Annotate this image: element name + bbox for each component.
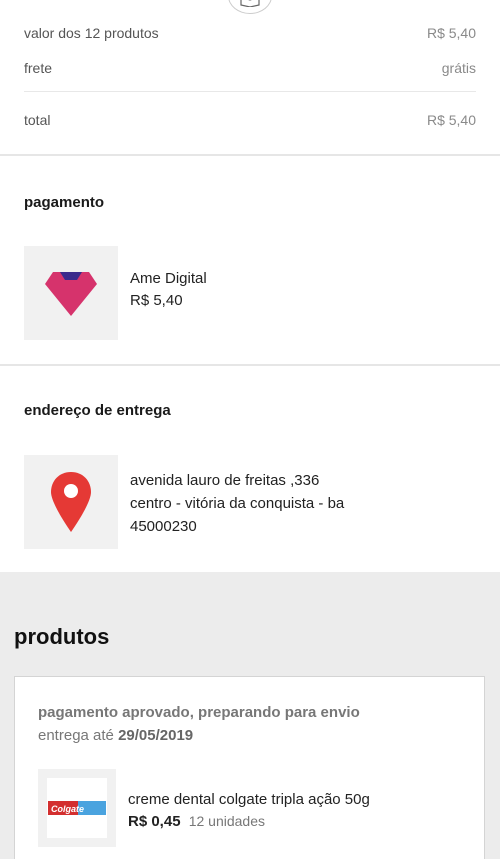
product-brand-text: Colgate [51,804,84,814]
total-value: R$ 5,40 [426,112,476,128]
products-section: produtos pagamento aprovado, preparando … [0,572,500,859]
address-line3: 45000230 [130,518,197,535]
products-title: produtos [14,624,110,649]
order-summary: valor dos 12 produtos R$ 5,40 frete grát… [0,0,500,156]
payment-method-thumb [24,246,118,340]
ame-logo-icon [45,272,97,316]
payment-amount: R$ 5,40 [130,292,183,309]
address-title: endereço de entrega [24,402,171,419]
address-info: avenida lauro de freitas ,336 centro - v… [130,469,344,538]
payment-section: pagamento Ame Digital R$ 5,40 [0,156,500,366]
delivery-prefix: entrega até [38,727,114,744]
total-row: total R$ 5,40 [24,112,476,128]
total-label: total [24,112,51,128]
payment-info: Ame Digital R$ 5,40 [130,268,207,312]
delivery-estimate: entrega até 29/05/2019 [38,727,193,744]
shipment-card[interactable]: pagamento aprovado, preparando para envi… [14,676,485,859]
product-price-line: R$ 0,45 12 unidades [128,813,265,830]
map-pin-icon [51,472,91,532]
product-price: R$ 0,45 [128,813,181,830]
address-line1: avenida lauro de freitas ,336 [130,472,320,489]
product-units: 12 unidades [188,813,266,829]
shipping-row: frete grátis [24,60,476,76]
shipping-value: grátis [441,60,476,76]
payment-title: pagamento [24,194,105,211]
address-section: endereço de entrega avenida lauro de fre… [0,366,500,572]
summary-divider [24,91,476,92]
box-icon [228,0,272,14]
toothpaste-icon: Colgate [48,801,106,815]
delivery-date: 29/05/2019 [118,727,194,744]
subtotal-row: valor dos 12 produtos R$ 5,40 [24,25,476,41]
product-image[interactable]: Colgate [38,769,116,847]
shipping-label: frete [24,60,53,76]
subtotal-label: valor dos 12 produtos [24,25,159,41]
shipment-status: pagamento aprovado, preparando para envi… [38,704,360,721]
product-name[interactable]: creme dental colgate tripla ação 50g [128,791,370,808]
subtotal-value: R$ 5,40 [426,25,476,41]
address-line2: centro - vitória da conquista - ba [130,495,345,512]
address-thumb [24,455,118,549]
payment-method-name: Ame Digital [130,270,207,287]
